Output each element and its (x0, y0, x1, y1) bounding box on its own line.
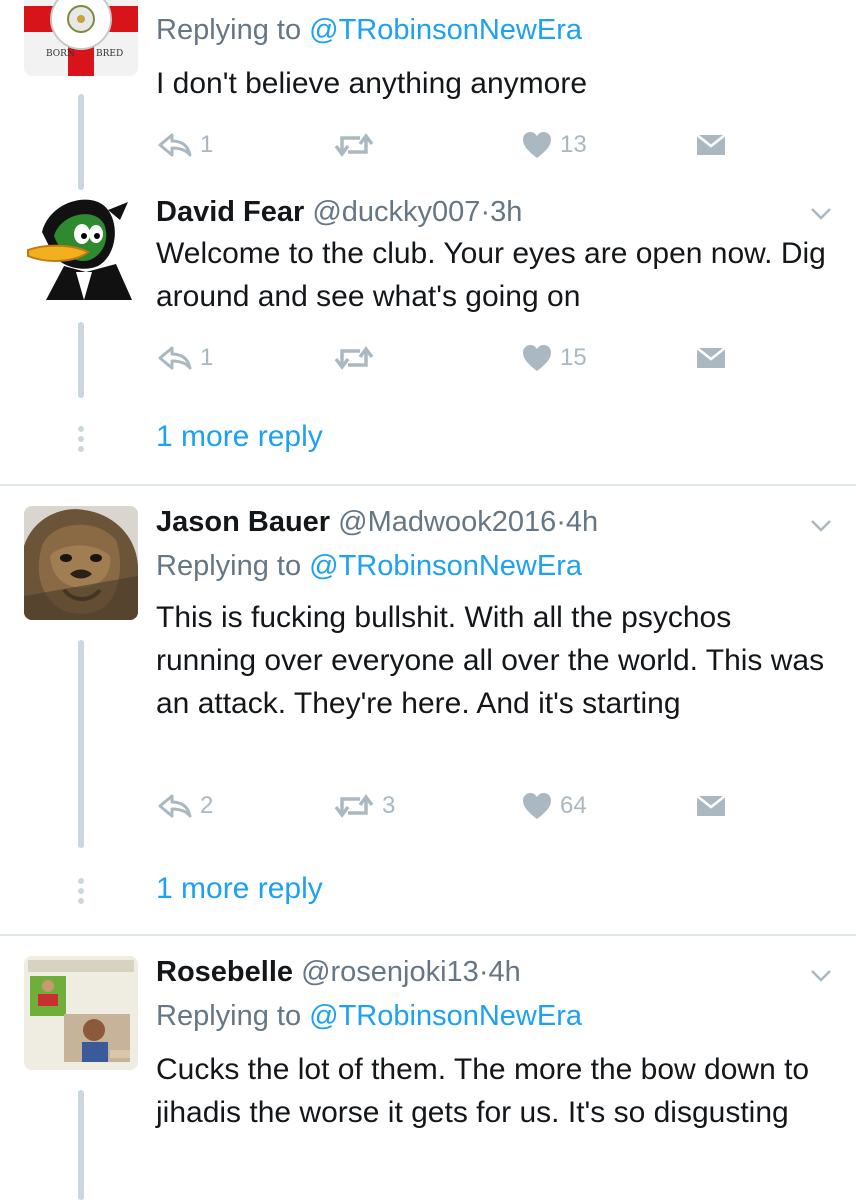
avatar-david-fear[interactable] (24, 190, 138, 304)
tweet-actions: 1 13 (156, 125, 756, 165)
replying-to: Replying to @TRobinsonNewEra (156, 14, 582, 47)
tweet-actions: 1 15 (156, 338, 756, 378)
like-count: 13 (560, 131, 587, 158)
heart-icon (523, 345, 551, 371)
display-name[interactable]: Rosebelle (156, 956, 293, 988)
tweet-3[interactable]: Jason Bauer @Madwook2016·4h Replying to … (0, 486, 856, 934)
thread-ellipsis (78, 426, 84, 456)
heart-icon (523, 132, 551, 158)
chevron-down-icon[interactable] (808, 200, 834, 226)
tweet-actions: 2 3 64 (156, 786, 756, 826)
tweet-header: Jason Bauer @Madwook2016·4h (156, 502, 598, 542)
direct-message-button[interactable] (696, 338, 726, 378)
tweet-text: I don't believe anything anymore (156, 67, 588, 100)
reply-count: 2 (200, 792, 214, 819)
retweet-count: 3 (382, 792, 396, 819)
retweet-button[interactable] (334, 125, 382, 165)
username[interactable]: @Madwook2016 (338, 506, 556, 538)
tweet-text: Welcome to the club. Your eyes are open … (156, 237, 826, 313)
envelope-icon (696, 347, 726, 368)
like-button[interactable]: 64 (522, 786, 587, 826)
reply-button[interactable]: 1 (158, 125, 213, 165)
envelope-icon (696, 795, 726, 816)
direct-message-button[interactable] (696, 786, 726, 826)
separator-dot: · (478, 956, 489, 988)
separator-dot: · (480, 196, 491, 228)
username[interactable]: @rosenjoki13 (301, 956, 479, 988)
timestamp[interactable]: 4h (566, 506, 598, 538)
display-name[interactable]: David Fear (156, 196, 304, 228)
tweet-text: This is fucking bullshit. With all the p… (156, 601, 825, 720)
retweet-icon (334, 133, 374, 157)
retweet-icon (334, 794, 374, 818)
timestamp[interactable]: 3h (490, 196, 522, 228)
tweet-1[interactable]: BORN BRED Replying to @TRobinsonNewEra I… (0, 0, 856, 190)
avatar-jason-bauer[interactable] (24, 506, 138, 620)
chevron-down-icon[interactable] (808, 962, 834, 988)
envelope-icon (696, 134, 726, 155)
thread-line (78, 1090, 84, 1200)
tweet-text: Cucks the lot of them. The more the bow … (156, 1053, 810, 1129)
reply-button[interactable]: 2 (158, 786, 213, 826)
replying-to: Replying to @TRobinsonNewEra (156, 550, 582, 583)
reply-count: 1 (200, 131, 214, 158)
replying-to-label: Replying to (156, 14, 310, 46)
reply-count: 1 (200, 344, 214, 371)
more-replies-link[interactable]: 1 more reply (156, 872, 323, 906)
thread-ellipsis (78, 878, 84, 908)
avatar-badge-text-left: BORN (46, 49, 75, 59)
like-count: 15 (560, 344, 587, 371)
reply-icon (158, 346, 192, 370)
thread-line (78, 94, 84, 190)
replying-to-handle[interactable]: @TRobinsonNewEra (309, 1000, 582, 1032)
tweet-4[interactable]: Rosebelle @rosenjoki13·4h Replying to @T… (0, 936, 856, 1200)
thread-line (78, 322, 84, 398)
replying-to-handle[interactable]: @TRobinsonNewEra (309, 550, 582, 582)
heart-icon (523, 793, 551, 819)
tweet-header: Rosebelle @rosenjoki13·4h (156, 952, 521, 992)
avatar-yorkshire-flag[interactable]: BORN BRED (24, 0, 138, 76)
like-button[interactable]: 15 (522, 338, 587, 378)
tweet-header: David Fear @duckky007·3h (156, 192, 522, 232)
reply-icon (158, 794, 192, 818)
display-name[interactable]: Jason Bauer (156, 506, 330, 538)
avatar-rosebelle[interactable] (24, 956, 138, 1070)
like-count: 64 (560, 792, 587, 819)
more-replies-link[interactable]: 1 more reply (156, 420, 323, 454)
separator-dot: · (556, 506, 566, 538)
avatar-badge-text-right: BRED (96, 49, 123, 59)
replying-to-label: Replying to (156, 550, 310, 582)
direct-message-button[interactable] (696, 125, 726, 165)
replying-to: Replying to @TRobinsonNewEra (156, 1000, 582, 1033)
timestamp[interactable]: 4h (489, 956, 521, 988)
username[interactable]: @duckky007 (312, 196, 480, 228)
like-button[interactable]: 13 (522, 125, 587, 165)
replying-to-handle[interactable]: @TRobinsonNewEra (309, 14, 582, 46)
retweet-button[interactable] (334, 338, 382, 378)
thread-line (78, 640, 84, 848)
retweet-button[interactable]: 3 (334, 786, 395, 826)
replying-to-label: Replying to (156, 1000, 310, 1032)
retweet-icon (334, 346, 374, 370)
tweet-2[interactable]: David Fear @duckky007·3h Welcome to the … (0, 190, 856, 480)
reply-button[interactable]: 1 (158, 338, 213, 378)
chevron-down-icon[interactable] (808, 512, 834, 538)
reply-icon (158, 133, 192, 157)
